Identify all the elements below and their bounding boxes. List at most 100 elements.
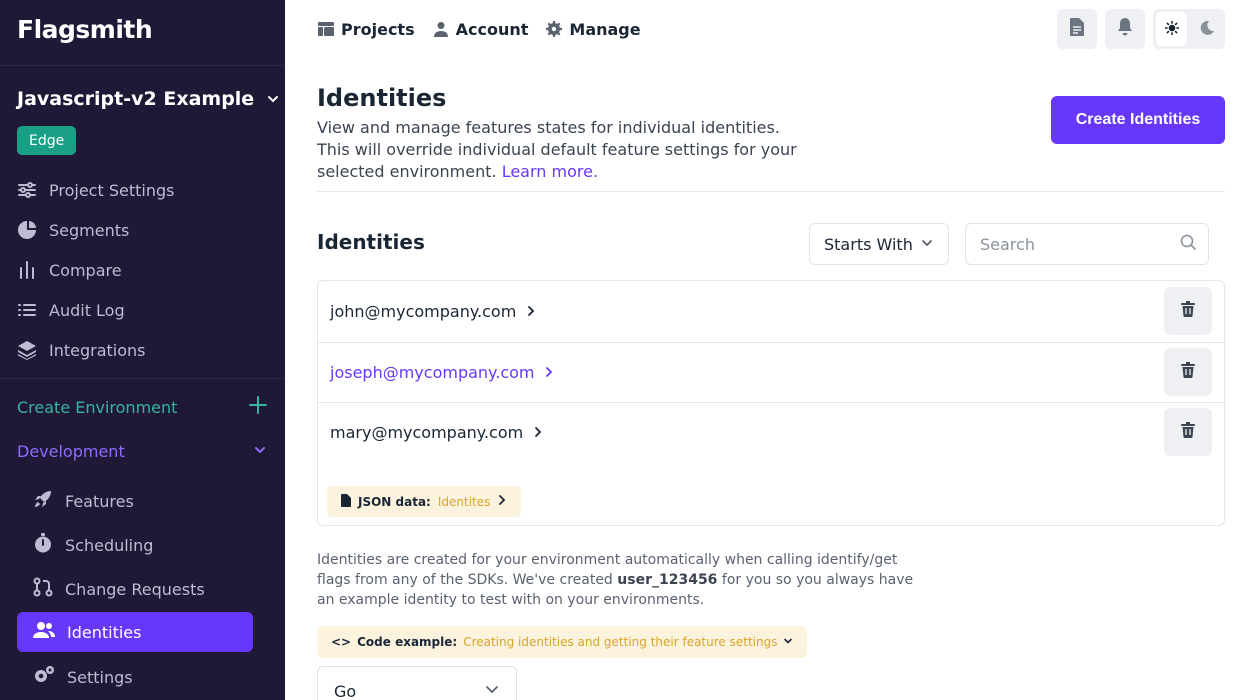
table-row: joseph@mycompany.com bbox=[318, 342, 1224, 403]
flagsmith-logo[interactable]: Flagsmith bbox=[17, 14, 153, 44]
identity-link[interactable]: joseph@mycompany.com bbox=[330, 363, 554, 382]
chevron-right-icon bbox=[533, 423, 543, 442]
layers-icon bbox=[17, 340, 37, 360]
sidebar-item-identities[interactable]: Identities bbox=[17, 612, 253, 652]
trash-icon bbox=[1181, 422, 1195, 442]
nav-account[interactable]: Account bbox=[433, 19, 529, 39]
sidebar-item-label: Features bbox=[65, 491, 134, 511]
search-mode-select[interactable]: Starts With bbox=[809, 223, 949, 265]
sidebar-item-label: Settings bbox=[67, 667, 133, 687]
create-environment-button[interactable]: Create Environment bbox=[17, 392, 267, 422]
chevron-down-icon bbox=[783, 635, 793, 649]
sidebar-item-features[interactable]: Features bbox=[17, 481, 253, 521]
sidebar-item-label: Project Settings bbox=[49, 180, 175, 200]
sidebar-item-segments[interactable]: Segments bbox=[17, 212, 129, 248]
json-data-chip[interactable]: JSON data: Identites bbox=[327, 486, 522, 517]
chevron-right-icon bbox=[526, 302, 536, 321]
delete-identity-button[interactable] bbox=[1164, 408, 1212, 456]
environment-selector[interactable]: Development bbox=[17, 436, 267, 466]
gears-icon bbox=[33, 665, 55, 689]
sun-icon bbox=[1164, 20, 1179, 39]
nav-label: Manage bbox=[569, 19, 641, 39]
language-select[interactable]: Go bbox=[317, 666, 517, 700]
sidebar-item-label: Compare bbox=[49, 260, 122, 280]
rocket-icon bbox=[33, 489, 53, 513]
project-selector[interactable]: Javascript-v2 Example bbox=[17, 88, 280, 110]
sidebar-divider bbox=[0, 378, 285, 379]
pie-chart-icon bbox=[17, 220, 37, 240]
nav-label: Projects bbox=[341, 19, 415, 39]
gear-icon bbox=[546, 21, 563, 37]
sidebar-item-compare[interactable]: Compare bbox=[17, 252, 122, 288]
sidebar-item-scheduling[interactable]: Scheduling bbox=[17, 525, 253, 565]
identities-list: john@mycompany.com joseph@mycompany.com bbox=[317, 280, 1225, 526]
sidebar-item-project-settings[interactable]: Project Settings bbox=[17, 172, 174, 208]
chevron-right-icon bbox=[497, 494, 507, 509]
search-box bbox=[965, 223, 1209, 265]
delete-identity-button[interactable] bbox=[1164, 348, 1212, 396]
header-divider bbox=[317, 191, 1225, 192]
sidebar-item-integrations[interactable]: Integrations bbox=[17, 332, 146, 368]
moon-icon bbox=[1200, 20, 1214, 39]
chevron-down-icon bbox=[253, 442, 267, 461]
chevron-down-icon bbox=[266, 92, 280, 106]
nav-manage[interactable]: Manage bbox=[546, 19, 641, 39]
sliders-icon bbox=[17, 180, 37, 200]
learn-more-link[interactable]: Learn more. bbox=[502, 162, 598, 181]
page-title: Identities bbox=[317, 84, 447, 112]
sidebar-item-label: Identities bbox=[67, 622, 142, 642]
create-environment-label: Create Environment bbox=[17, 397, 178, 417]
json-data-label: JSON data: bbox=[358, 494, 431, 509]
sidebar-item-label: Audit Log bbox=[49, 300, 125, 320]
top-navigation: Projects Account Manage bbox=[318, 16, 641, 42]
sidebar-item-label: Integrations bbox=[49, 340, 146, 360]
code-example-label: Code example: bbox=[357, 635, 458, 649]
sidebar: Flagsmith Javascript-v2 Example Edge Pro… bbox=[0, 0, 285, 700]
trash-icon bbox=[1181, 301, 1195, 321]
list-icon bbox=[17, 300, 37, 320]
user-icon bbox=[433, 21, 449, 37]
identity-link[interactable]: john@mycompany.com bbox=[330, 302, 536, 321]
code-example-toggle[interactable]: <> Code example: Creating identities and… bbox=[317, 626, 808, 658]
trash-icon bbox=[1181, 362, 1195, 382]
delete-identity-button[interactable] bbox=[1164, 287, 1212, 335]
dark-mode-button[interactable] bbox=[1191, 12, 1222, 46]
plus-icon bbox=[249, 396, 267, 418]
identity-email: john@mycompany.com bbox=[330, 302, 517, 321]
stopwatch-icon bbox=[33, 533, 53, 557]
example-user-id: user_123456 bbox=[617, 572, 718, 588]
docs-button[interactable] bbox=[1057, 9, 1097, 49]
table-row: mary@mycompany.com bbox=[318, 402, 1224, 463]
table-row: john@mycompany.com bbox=[318, 281, 1224, 342]
users-icon bbox=[33, 620, 55, 644]
code-icon: <> bbox=[331, 635, 352, 649]
identity-email: joseph@mycompany.com bbox=[330, 363, 535, 382]
sidebar-item-audit-log[interactable]: Audit Log bbox=[17, 292, 125, 328]
language-value: Go bbox=[334, 681, 357, 700]
chevron-right-icon bbox=[544, 363, 554, 382]
identities-section-title: Identities bbox=[317, 230, 425, 254]
bell-icon bbox=[1117, 18, 1133, 40]
chevron-down-icon bbox=[484, 681, 500, 700]
json-data-link: Identites bbox=[437, 494, 491, 509]
project-name: Javascript-v2 Example bbox=[17, 88, 255, 110]
light-mode-button[interactable] bbox=[1156, 12, 1187, 46]
bar-chart-icon bbox=[17, 260, 37, 280]
projects-icon bbox=[318, 21, 334, 37]
identity-email: mary@mycompany.com bbox=[330, 423, 524, 442]
identity-link[interactable]: mary@mycompany.com bbox=[330, 423, 543, 442]
page-description: View and manage features states for indi… bbox=[317, 117, 817, 183]
theme-toggle[interactable] bbox=[1153, 9, 1225, 49]
sidebar-item-label: Segments bbox=[49, 220, 130, 240]
document-icon bbox=[1070, 18, 1084, 40]
search-input[interactable] bbox=[980, 234, 1180, 254]
git-pull-request-icon bbox=[33, 577, 53, 601]
sidebar-item-change-requests[interactable]: Change Requests bbox=[17, 569, 253, 609]
create-identities-button[interactable]: Create Identities bbox=[1051, 96, 1225, 144]
nav-projects[interactable]: Projects bbox=[318, 20, 415, 39]
filter-label: Starts With bbox=[824, 234, 913, 254]
nav-label: Account bbox=[455, 19, 529, 39]
search-icon bbox=[1180, 234, 1196, 254]
notifications-button[interactable] bbox=[1105, 9, 1145, 49]
sidebar-item-settings[interactable]: Settings bbox=[17, 657, 253, 697]
